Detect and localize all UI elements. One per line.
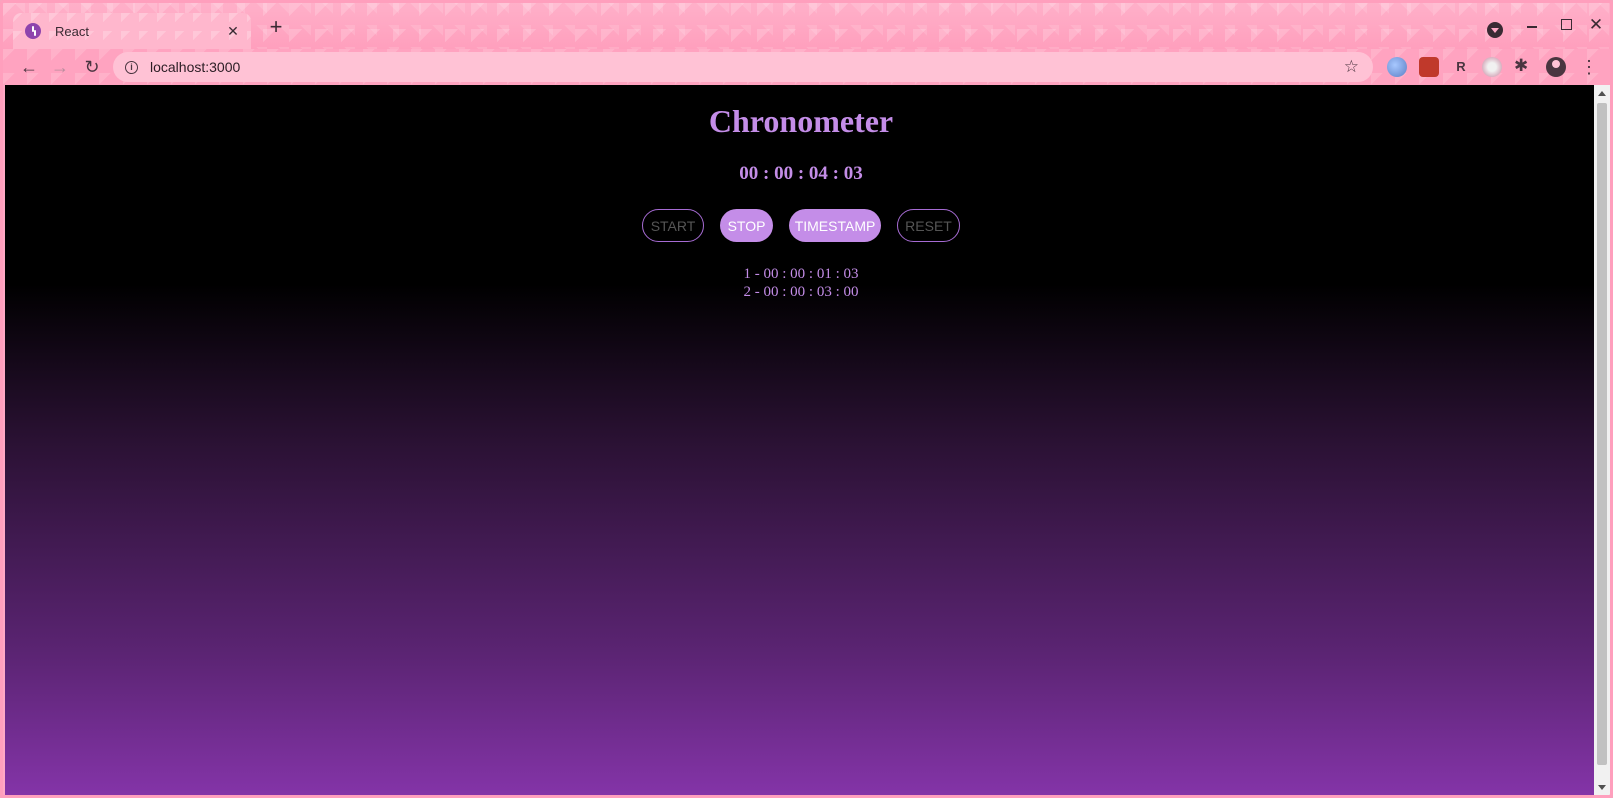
bookmark-star-icon[interactable]: ☆ xyxy=(1344,57,1359,77)
site-info-icon[interactable]: i xyxy=(125,60,138,74)
lap-item: 2 - 00 : 00 : 03 : 00 xyxy=(743,284,859,300)
reset-button[interactable]: RESET xyxy=(897,209,960,242)
scroll-down-arrow-icon[interactable] xyxy=(1598,785,1606,790)
lap-item: 1 - 00 : 00 : 01 : 03 xyxy=(743,266,859,282)
maximize-button[interactable] xyxy=(1556,15,1576,35)
scroll-up-arrow-icon[interactable] xyxy=(1598,91,1606,96)
tab-title: React xyxy=(55,23,89,39)
tab-close-icon[interactable]: ✕ xyxy=(225,23,241,40)
forward-button[interactable]: → xyxy=(49,56,71,78)
browser-menu-icon[interactable]: ⋮ xyxy=(1580,56,1598,78)
tab-search-icon[interactable] xyxy=(1487,22,1503,38)
vertical-scrollbar[interactable] xyxy=(1594,85,1610,795)
react-favicon-icon xyxy=(25,23,41,39)
browser-window: React ✕ + ✕ ← → ↻ i localhost:3000 ☆ R ✱… xyxy=(0,0,1613,798)
close-window-button[interactable]: ✕ xyxy=(1586,15,1606,35)
extension-red-icon[interactable] xyxy=(1419,57,1439,77)
timestamp-button[interactable]: TIMESTAMP xyxy=(789,209,881,242)
scroll-thumb[interactable] xyxy=(1597,103,1607,765)
address-bar[interactable]: i localhost:3000 ☆ xyxy=(113,52,1373,82)
new-tab-button[interactable]: + xyxy=(266,16,286,38)
extensions-puzzle-icon[interactable]: ✱ xyxy=(1514,56,1528,76)
page-title: Chronometer xyxy=(708,103,894,139)
stop-button[interactable]: STOP xyxy=(720,209,773,242)
reload-button[interactable]: ↻ xyxy=(81,56,103,78)
tab-react[interactable]: React ✕ xyxy=(13,13,251,49)
back-button[interactable]: ← xyxy=(18,56,40,78)
lap-list: 1 - 00 : 00 : 01 : 03 2 - 00 : 00 : 03 :… xyxy=(5,265,1597,301)
extension-globe-icon[interactable] xyxy=(1387,57,1407,77)
page-viewport: Chronometer 00 : 00 : 04 : 03 START STOP… xyxy=(5,85,1597,795)
browser-toolbar: ← → ↻ i localhost:3000 ☆ R ✱ ⋮ xyxy=(3,49,1610,85)
url-text[interactable]: localhost:3000 xyxy=(150,59,240,75)
timer-display: 00 : 00 : 04 : 03 xyxy=(739,163,863,184)
profile-avatar-icon[interactable] xyxy=(1546,57,1566,77)
minimize-button[interactable] xyxy=(1522,15,1542,35)
title-bar: React ✕ + ✕ xyxy=(3,3,1610,49)
controls-row: START STOP TIMESTAMP RESET xyxy=(5,209,1597,242)
extension-r-icon[interactable]: R xyxy=(1451,57,1471,77)
extension-circle-icon[interactable] xyxy=(1482,57,1502,77)
start-button[interactable]: START xyxy=(642,209,704,242)
